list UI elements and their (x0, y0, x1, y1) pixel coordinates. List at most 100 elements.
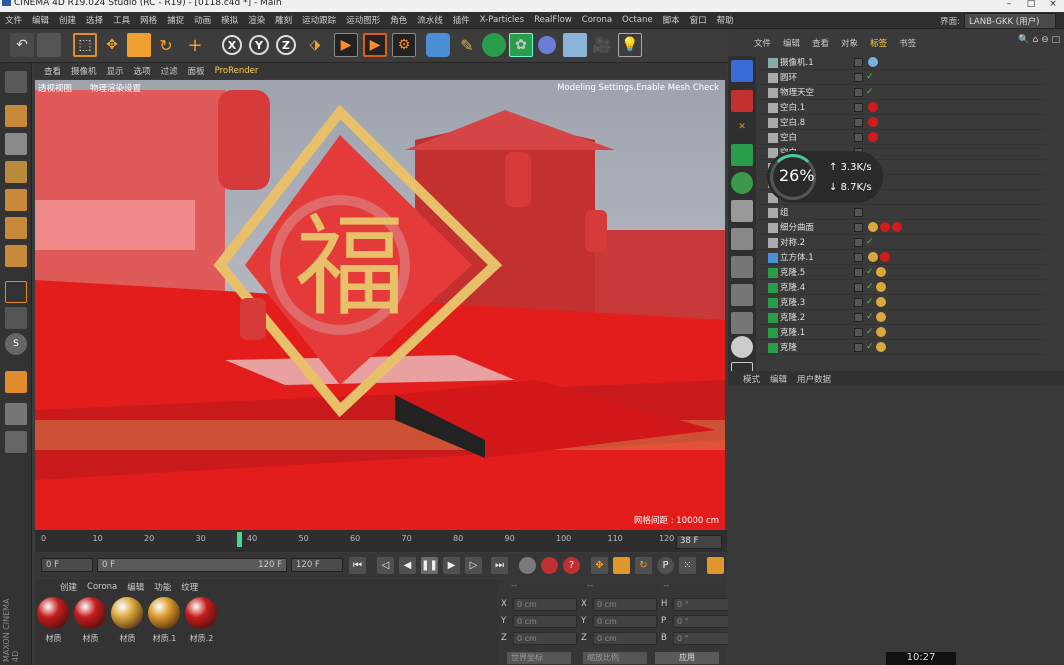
edges-mode-icon[interactable] (5, 217, 27, 239)
material-tag-icon[interactable] (868, 222, 878, 232)
key-param-icon[interactable]: P (657, 557, 674, 574)
visibility-flag[interactable] (854, 327, 863, 337)
axis-y-icon[interactable]: Y (249, 35, 269, 55)
make-editable-icon[interactable] (5, 71, 27, 93)
next-frame-icon[interactable]: ▶ (443, 557, 460, 574)
object-menu-item[interactable]: 对象 (835, 37, 864, 49)
workplane-icon[interactable] (5, 161, 27, 183)
expand-icon[interactable]: □ (1051, 35, 1060, 45)
visibility-flag[interactable] (854, 267, 863, 277)
object-row[interactable]: 克隆.1 ✓ (758, 325, 1046, 340)
menu-item[interactable]: 选择 (81, 14, 108, 26)
tool-move-icon[interactable]: ✕ (731, 116, 753, 138)
menu-item[interactable]: 帮助 (712, 14, 739, 26)
tool-camera-icon[interactable] (731, 60, 753, 82)
menu-item[interactable]: 编辑 (27, 14, 54, 26)
object-row[interactable]: 细分曲面 (758, 220, 1046, 235)
layout-select[interactable]: LANB-GKK (用户) (964, 13, 1056, 29)
visibility-flag[interactable] (854, 312, 863, 322)
visibility-flag[interactable] (854, 207, 863, 217)
subdivision-icon[interactable] (482, 33, 506, 57)
object-row[interactable]: 空白.8 (758, 115, 1046, 130)
select-icon[interactable]: ⬚ (73, 33, 97, 57)
material-tag-icon[interactable] (880, 252, 890, 262)
key-scale-icon[interactable] (613, 557, 630, 574)
search-icon[interactable]: 🔍 (1018, 35, 1029, 45)
frame-range-slider[interactable]: 0 F 120 F (97, 558, 287, 572)
visibility-flag[interactable] (854, 102, 863, 112)
object-menu-item[interactable]: 书签 (893, 37, 922, 49)
material-tag-icon[interactable] (875, 297, 886, 307)
menu-item[interactable]: 模拟 (216, 14, 243, 26)
visibility-flag[interactable] (854, 57, 863, 67)
object-row[interactable]: 空白.1 (758, 100, 1046, 115)
material-swatch[interactable]: 材质.2 (185, 597, 218, 643)
snap-icon[interactable]: S (5, 333, 27, 355)
menu-item[interactable]: 创建 (54, 14, 81, 26)
menu-item[interactable]: 脚本 (658, 14, 685, 26)
camera-icon[interactable]: 🎥 (590, 33, 614, 57)
visibility-flag[interactable] (854, 87, 863, 97)
home-icon[interactable]: ⌂ (1032, 35, 1038, 45)
key-rotation-icon[interactable]: ↻ (635, 557, 652, 574)
menu-item[interactable]: 运动图形 (341, 14, 385, 26)
cloner-icon[interactable]: ✿ (509, 33, 533, 57)
planar-workplane-icon[interactable] (5, 431, 27, 453)
object-menu-item[interactable]: 标签 (864, 37, 893, 49)
prev-key-icon[interactable]: ◁ (377, 557, 394, 574)
menu-item[interactable]: 捕捉 (162, 14, 189, 26)
render-settings-icon[interactable]: ⚙ (392, 33, 416, 57)
visibility-flag[interactable] (854, 117, 863, 127)
end-frame-field[interactable]: 120 F (291, 558, 343, 572)
keyframe-selection-icon[interactable]: ? (563, 557, 580, 574)
tweak-mode-icon[interactable] (5, 307, 27, 329)
coord-field[interactable]: 0 cm (593, 631, 657, 645)
visibility-flag[interactable] (854, 237, 863, 247)
texture-mode-icon[interactable] (5, 133, 27, 155)
material-menu-item[interactable]: 编辑 (122, 581, 149, 593)
goto-end-icon[interactable]: ⏭ (491, 557, 508, 574)
minimize-button[interactable]: – (998, 0, 1020, 12)
goto-start-icon[interactable]: ⏮ (349, 557, 366, 574)
material-tag-icon[interactable] (892, 222, 902, 232)
scale-mode-dropdown[interactable]: 缩放比例 (583, 652, 647, 664)
tool-rig-icon[interactable] (731, 256, 753, 278)
rotate-icon[interactable]: ↻ (154, 33, 178, 57)
material-swatch[interactable]: 材质 (37, 597, 70, 643)
viewport-menu-item[interactable]: 过滤 (156, 65, 183, 77)
menu-item[interactable]: 工具 (108, 14, 135, 26)
material-tag-icon[interactable] (875, 327, 886, 337)
enabled-check[interactable]: ✓ (866, 267, 874, 277)
object-row[interactable]: 组 (758, 205, 1046, 220)
material-menu-item[interactable]: Corona (82, 582, 122, 592)
coord-field[interactable]: 0 cm (593, 597, 657, 611)
pen-icon[interactable]: ✎ (455, 33, 479, 57)
menu-item[interactable]: 渲染 (243, 14, 270, 26)
material-tag-icon[interactable] (875, 282, 886, 292)
material-tag-icon[interactable] (868, 57, 878, 67)
axis-z-icon[interactable]: Z (276, 35, 296, 55)
redo-icon[interactable] (37, 33, 61, 57)
coordinate-system-icon[interactable]: ⬗ (303, 33, 327, 57)
object-row[interactable]: 空白 (758, 130, 1046, 145)
object-row[interactable]: 圆环 ✓ (758, 70, 1046, 85)
menu-item[interactable]: 雕刻 (270, 14, 297, 26)
material-menu-item[interactable]: 纹理 (176, 581, 203, 593)
coord-field[interactable]: 0 cm (513, 631, 577, 645)
timeline-window-icon[interactable] (707, 557, 724, 574)
object-row[interactable]: 克隆.3 ✓ (758, 295, 1046, 310)
render-view-icon[interactable]: ▶ (334, 33, 358, 57)
viewport-menu-item[interactable]: 显示 (102, 65, 129, 77)
enabled-check[interactable]: ✓ (866, 342, 874, 352)
visibility-flag[interactable] (854, 72, 863, 82)
world-coords-dropdown[interactable]: 世界坐标 (507, 652, 571, 664)
key-pla-icon[interactable]: ⁙ (679, 557, 696, 574)
material-tag-icon[interactable] (868, 252, 878, 262)
render-picture-icon[interactable]: ▶ (363, 33, 387, 57)
coord-field[interactable]: 0 cm (593, 614, 657, 628)
prev-frame-icon[interactable]: ◀ (399, 557, 416, 574)
next-key-icon[interactable]: ▷ (465, 557, 482, 574)
record-keys-icon[interactable] (519, 557, 536, 574)
model-mode-icon[interactable] (5, 105, 27, 127)
magnet-icon[interactable] (5, 371, 27, 393)
